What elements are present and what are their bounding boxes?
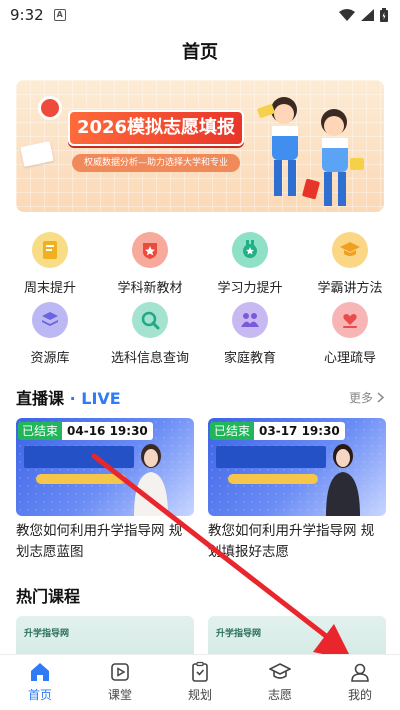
thumbnail-date-strip (36, 474, 126, 484)
course-time: 03-17 19:30 (254, 422, 345, 440)
status-icons (339, 8, 388, 22)
home-icon (31, 663, 49, 681)
course-title: 教您如何利用升学指导网 规划填报好志愿 (208, 523, 375, 560)
star-shield-icon (132, 232, 168, 268)
graduation-cap-icon (269, 663, 291, 679)
grid-item-weekend[interactable]: 周末提升 (0, 232, 100, 302)
grid-label: 家庭教育 (223, 351, 276, 366)
nav-label: 首页 (27, 688, 52, 702)
live-word: LIVE (81, 389, 121, 408)
thumbnail-headline-block (24, 446, 134, 468)
grid-item-counseling[interactable]: 心理疏导 (300, 302, 400, 372)
alarm-clock-icon (38, 96, 62, 120)
grid-item-new-textbook[interactable]: 学科新教材 (100, 232, 200, 302)
nav-volunteer[interactable]: 志愿 (240, 655, 320, 710)
hot-section-title: 热门课程 (16, 587, 81, 606)
signal-icon (361, 9, 374, 21)
video-icon (111, 663, 129, 681)
grid-label: 选科信息查询 (110, 351, 189, 366)
live-dot: · (69, 389, 76, 408)
wifi-icon (339, 9, 355, 21)
bottom-nav: 首页 课堂 规划 志愿 我的 (0, 654, 400, 710)
page-title: 首页 (182, 42, 218, 63)
grid-item-family-education[interactable]: 家庭教育 (200, 302, 300, 372)
live-section-title: 直播课 · LIVE (16, 385, 121, 409)
family-icon (232, 302, 268, 338)
grid-item-subject-query[interactable]: 选科信息查询 (100, 302, 200, 372)
live-course-card[interactable]: 已结束 03-17 19:30 教您如何利用升学指导网 规划填报好志愿 (208, 418, 386, 563)
grid-label: 心理疏导 (323, 351, 376, 366)
hot-course-logo: 升学指导网 (216, 629, 262, 639)
banner-subtitle: 权威数据分析—助力选择大学和专业 (72, 154, 240, 172)
thumbnail-date-strip (228, 474, 318, 484)
status-bar: 9:32 A (0, 0, 400, 30)
students-illustration (257, 97, 364, 206)
course-time: 04-16 19:30 (62, 422, 153, 440)
live-course-card[interactable]: 已结束 04-16 19:30 教您如何利用升学指导网 规划志愿蓝图 (16, 418, 194, 563)
course-title: 教您如何利用升学指导网 规划志愿蓝图 (16, 523, 183, 560)
grid-label: 周末提升 (23, 281, 76, 296)
notification-icon: A (53, 9, 66, 21)
hot-course-logo: 升学指导网 (24, 629, 70, 639)
presenter-image (134, 444, 168, 516)
magnifier-icon (132, 302, 168, 338)
medal-icon (232, 232, 268, 268)
promo-banner[interactable]: 2026模拟志愿填报 权威数据分析—助力选择大学和专业 (16, 80, 384, 212)
more-link[interactable]: 更多 (349, 389, 384, 406)
nav-label: 我的 (347, 688, 372, 702)
presenter-image (326, 444, 360, 516)
live-title-text: 直播课 (16, 389, 65, 408)
graduation-cap-icon (332, 232, 368, 268)
course-thumbnail: 已结束 04-16 19:30 (16, 418, 194, 516)
grid-label: 学科新教材 (117, 281, 183, 296)
course-status: 已结束 (18, 422, 63, 440)
user-icon (351, 663, 369, 682)
grid-item-study-ability[interactable]: 学习力提升 (200, 232, 300, 302)
nav-plan[interactable]: 规划 (160, 655, 240, 710)
status-time: 9:32 (10, 6, 44, 24)
nav-classroom[interactable]: 课堂 (80, 655, 160, 710)
grid-item-resources[interactable]: 资源库 (0, 302, 100, 372)
course-badge: 已结束 04-16 19:30 (18, 422, 153, 440)
notebook-icon (32, 232, 68, 268)
heart-hand-icon (332, 302, 368, 338)
chevron-right-icon (377, 392, 384, 403)
feature-grid: 周末提升 学科新教材 学习力提升 学霸讲方法 资源库 选科信息查询 家庭教育 心… (0, 232, 400, 372)
grid-label: 资源库 (30, 351, 70, 366)
course-status: 已结束 (210, 422, 255, 440)
more-text: 更多 (348, 391, 373, 405)
hot-course-card[interactable]: 升学指导网 (16, 616, 194, 654)
grid-item-top-student[interactable]: 学霸讲方法 (300, 232, 400, 302)
banner-title: 2026模拟志愿填报 (68, 110, 244, 146)
course-thumbnail: 已结束 03-17 19:30 (208, 418, 386, 516)
layers-icon (32, 302, 68, 338)
nav-mine[interactable]: 我的 (320, 655, 400, 710)
nav-label: 志愿 (267, 688, 292, 702)
hot-course-card[interactable]: 升学指导网 (208, 616, 386, 654)
battery-icon (380, 8, 388, 22)
grid-label: 学霸讲方法 (317, 281, 383, 296)
clipboard-icon (192, 661, 208, 682)
grid-label: 学习力提升 (217, 281, 283, 296)
course-badge: 已结束 03-17 19:30 (210, 422, 345, 440)
nav-label: 课堂 (107, 688, 132, 702)
nav-label: 规划 (187, 688, 212, 702)
nav-home[interactable]: 首页 (0, 655, 80, 710)
thumbnail-headline-block (216, 446, 326, 468)
